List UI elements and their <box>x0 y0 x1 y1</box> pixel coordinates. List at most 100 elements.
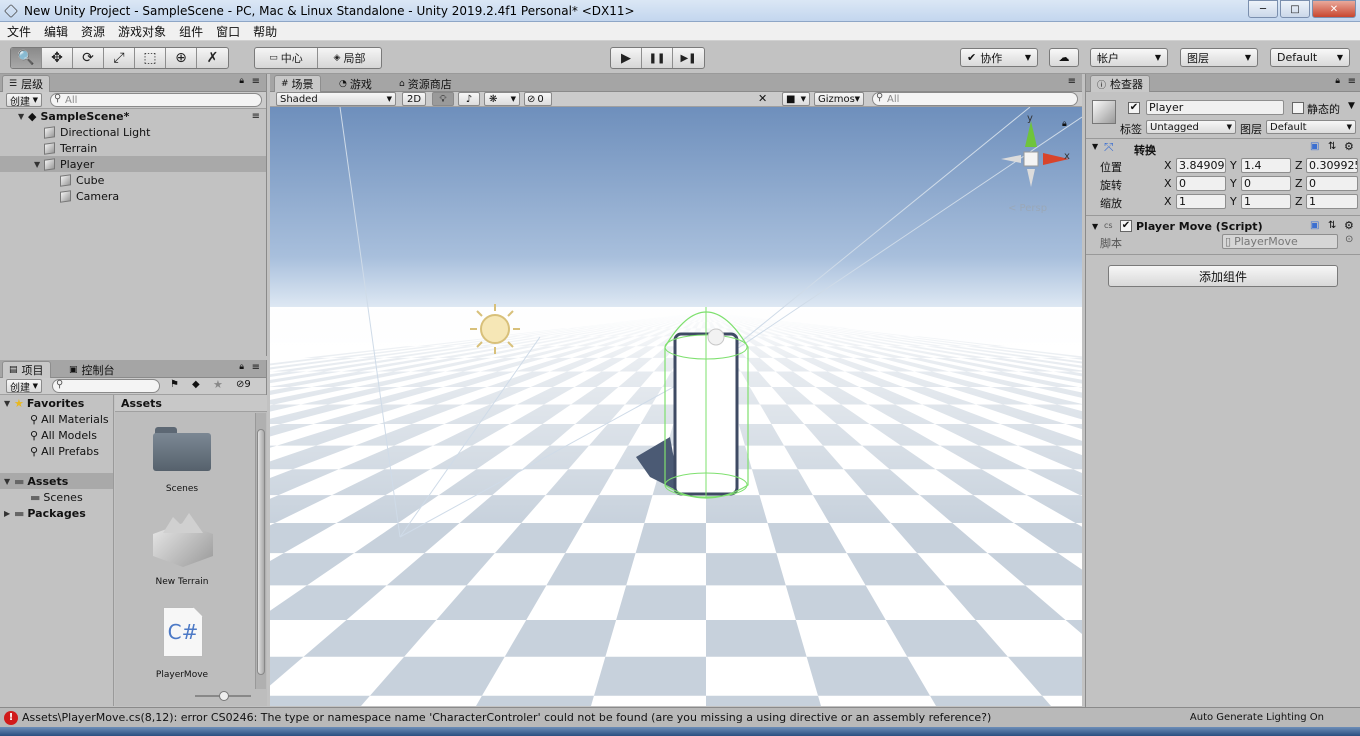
hierarchy-search-input[interactable]: All <box>50 93 262 107</box>
perspective-label[interactable]: < Persp <box>1008 203 1047 214</box>
terrain-icon[interactable] <box>153 513 213 569</box>
hierarchy-item[interactable]: ▼ Player <box>0 156 266 172</box>
gear-icon[interactable]: ⚙ <box>1344 140 1354 153</box>
breadcrumb[interactable]: Assets <box>115 395 267 412</box>
step-button[interactable]: ▶❚ <box>673 48 704 68</box>
hidden-packages-icon[interactable]: ⊘9 <box>236 379 251 390</box>
panel-menu-icon[interactable]: ≡ <box>1068 76 1076 87</box>
collab-dropdown[interactable]: ✔ 协作 ▼ <box>960 48 1038 67</box>
tab-inspector[interactable]: ⓘ 检查器 <box>1090 75 1151 92</box>
expand-arrow-icon[interactable]: ▼ <box>1092 142 1098 151</box>
project-search-input[interactable] <box>52 379 160 393</box>
lock-icon[interactable]: 🔒︎ <box>239 76 244 86</box>
tab-game[interactable]: ◔ 游戏 <box>332 75 379 92</box>
layout-dropdown[interactable]: Default ▼ <box>1270 48 1350 67</box>
menu-gameobject[interactable]: 游戏对象 <box>111 23 172 40</box>
pivot-center-button[interactable]: ▭ 中心 <box>255 48 319 68</box>
layer-dropdown[interactable]: Default ▼ <box>1266 120 1356 134</box>
add-component-button[interactable]: 添加组件 <box>1108 265 1338 287</box>
rect-tool-button[interactable]: ⬚ <box>135 48 166 68</box>
scale-y-field[interactable]: 1 <box>1241 194 1291 209</box>
position-y-field[interactable]: 1.4 <box>1241 158 1291 173</box>
menu-edit[interactable]: 编辑 <box>37 23 74 40</box>
expand-arrow-icon[interactable]: ▼ <box>4 399 14 408</box>
help-icon[interactable]: ▣ <box>1310 220 1319 231</box>
hierarchy-item[interactable]: Directional Light <box>0 124 266 140</box>
hidden-objects-toggle[interactable]: ⊘ 0 <box>524 92 552 106</box>
rotation-x-field[interactable]: 0 <box>1176 176 1226 191</box>
expand-arrow-icon[interactable]: ▼ <box>1092 222 1098 231</box>
lock-icon[interactable]: 🔒︎ <box>1335 76 1340 86</box>
menu-window[interactable]: 窗口 <box>209 23 246 40</box>
audio-toggle[interactable]: ♪ <box>458 92 480 106</box>
csharp-script-icon[interactable]: C# <box>163 607 203 657</box>
static-checkbox[interactable] <box>1292 102 1304 114</box>
tools-icon[interactable]: ✕ <box>758 92 767 105</box>
chevron-down-icon[interactable]: ▼ <box>1348 101 1355 111</box>
panel-menu-icon[interactable]: ≡ <box>252 362 260 373</box>
tab-project[interactable]: ▤ 项目 <box>2 361 51 378</box>
scenes-folder-row[interactable]: ▬ Scenes <box>0 489 113 505</box>
move-tool-button[interactable]: ✥ <box>42 48 73 68</box>
hierarchy-item[interactable]: Cube <box>0 172 266 188</box>
assets-folder-row[interactable]: ▼ ▬ Assets <box>0 473 113 489</box>
tab-console[interactable]: ▣ 控制台 <box>62 361 122 378</box>
gizmos-dropdown[interactable]: Gizmos ▼ <box>814 92 864 106</box>
expand-arrow-icon[interactable]: ▼ <box>4 477 14 486</box>
folder-icon[interactable] <box>153 427 213 472</box>
hierarchy-item[interactable]: Camera <box>0 188 266 204</box>
panel-menu-icon[interactable]: ≡ <box>1348 76 1356 87</box>
packages-folder-row[interactable]: ▶ ▬ Packages <box>0 505 113 521</box>
rotation-z-field[interactable]: 0 <box>1306 176 1358 191</box>
auto-lighting-status[interactable]: Auto Generate Lighting On <box>1190 712 1324 723</box>
tab-scene[interactable]: # 场景 <box>274 75 321 92</box>
hand-tool-button[interactable]: 🔍 <box>11 48 42 68</box>
favorite-item[interactable]: ⚲ All Models <box>0 427 113 443</box>
favorite-star-icon[interactable]: ★ <box>213 378 223 391</box>
scale-tool-button[interactable]: ⤢ <box>104 48 135 68</box>
account-dropdown[interactable]: 帐户 ▼ <box>1090 48 1168 67</box>
lock-icon[interactable]: 🔒︎ <box>1062 119 1067 129</box>
scale-z-field[interactable]: 1 <box>1306 194 1358 209</box>
object-name-field[interactable]: Player <box>1146 100 1284 115</box>
position-x-field[interactable]: 3.84909 <box>1176 158 1226 173</box>
effects-dropdown[interactable]: ❋ ▼ <box>484 92 520 106</box>
project-create-dropdown[interactable]: 创建 ▼ <box>6 379 42 394</box>
gear-icon[interactable]: ⚙ <box>1344 219 1354 232</box>
play-button[interactable]: ▶ <box>611 48 642 68</box>
rotation-y-field[interactable]: 0 <box>1241 176 1291 191</box>
lighting-toggle[interactable]: 💡︎ <box>432 92 454 106</box>
filter-label-icon[interactable]: ◆ <box>192 379 200 390</box>
tab-hierarchy[interactable]: ☰ 层级 <box>2 75 51 92</box>
panel-menu-icon[interactable]: ≡ <box>252 76 260 87</box>
player-object[interactable] <box>664 307 749 499</box>
gameobject-icon[interactable] <box>1092 100 1116 124</box>
active-checkbox[interactable]: ✔ <box>1128 102 1140 114</box>
expand-arrow-icon[interactable]: ▶ <box>4 509 14 518</box>
expand-arrow-icon[interactable]: ▼ <box>34 160 44 169</box>
shading-mode-dropdown[interactable]: Shaded ▼ <box>276 92 396 106</box>
pivot-local-button[interactable]: ◈ 局部 <box>318 48 381 68</box>
preset-icon[interactable]: ⇅ <box>1328 220 1336 231</box>
favorite-item[interactable]: ⚲ All Prefabs <box>0 443 113 459</box>
expand-arrow-icon[interactable]: ▼ <box>18 112 28 121</box>
custom-tool-button[interactable]: ✗ <box>197 48 228 68</box>
object-picker-icon[interactable]: ⊙ <box>1345 234 1353 245</box>
asset-scrollbar[interactable] <box>255 413 266 689</box>
orientation-gizmo[interactable] <box>1001 121 1069 187</box>
tab-asset-store[interactable]: ⌂ 资源商店 <box>392 75 459 92</box>
mode-2d-toggle[interactable]: 2D <box>402 92 426 106</box>
menu-component[interactable]: 组件 <box>172 23 209 40</box>
hierarchy-item[interactable]: Terrain <box>0 140 266 156</box>
status-error-message[interactable]: Assets\PlayerMove.cs(8,12): error CS0246… <box>22 711 991 724</box>
scale-x-field[interactable]: 1 <box>1176 194 1226 209</box>
scene-viewport[interactable]: y x < Persp 🔒︎ <box>270 107 1082 706</box>
scene-menu-icon[interactable]: ≡ <box>252 111 260 122</box>
icon-size-slider[interactable] <box>195 691 251 701</box>
close-button[interactable]: ✕ <box>1312 0 1356 18</box>
position-z-field[interactable]: 0.309925 <box>1306 158 1358 173</box>
menu-assets[interactable]: 资源 <box>74 23 111 40</box>
camera-dropdown[interactable]: ■ ▼ <box>782 92 810 106</box>
pause-button[interactable]: ❚❚ <box>642 48 673 68</box>
menu-help[interactable]: 帮助 <box>246 23 283 40</box>
